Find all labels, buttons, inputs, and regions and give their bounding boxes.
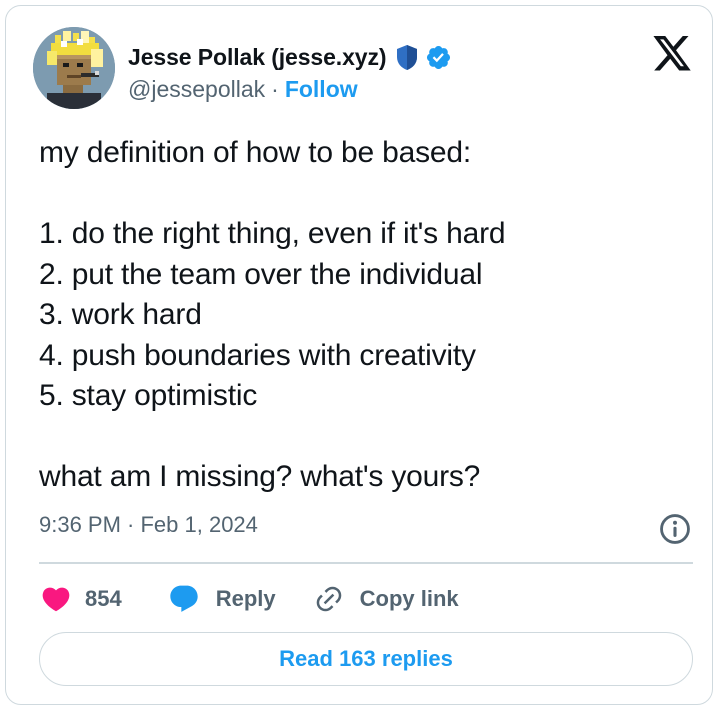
info-icon[interactable] [658,512,692,546]
pixel-avatar-image [33,27,115,109]
follow-button[interactable]: Follow [285,76,358,103]
reply-label: Reply [215,586,276,611]
x-logo-icon[interactable] [651,36,693,74]
like-count: 854 [85,586,122,611]
like-button[interactable]: 854 [39,583,122,615]
speech-bubble-icon [170,585,198,612]
read-replies-button[interactable]: Read 163 replies [39,632,693,686]
handle-row: @jessepollak · Follow [128,76,358,103]
heart-icon [42,587,70,612]
tweet-text: my definition of how to be based: 1. do … [39,136,506,493]
separator-dot: · [271,76,279,102]
divider [39,562,693,564]
author-row: Jesse Pollak (jesse.xyz) [128,40,452,74]
verified-badge-icon [427,45,451,69]
shield-icon [397,44,418,70]
action-bar: 854 Reply Copy link [39,578,459,620]
tweet-timestamp[interactable]: 9:36 PM · Feb 1, 2024 [39,512,258,538]
copy-link-button[interactable]: Copy link [314,584,459,614]
author-handle[interactable]: @jessepollak [128,76,265,103]
link-icon [316,586,341,612]
reply-button[interactable]: Reply [167,583,276,615]
avatar[interactable] [33,27,115,109]
copy-link-label: Copy link [359,586,459,611]
author-name[interactable]: Jesse Pollak (jesse.xyz) [128,44,387,71]
tweet-card: Jesse Pollak (jesse.xyz) @jessepollak · … [5,5,713,705]
